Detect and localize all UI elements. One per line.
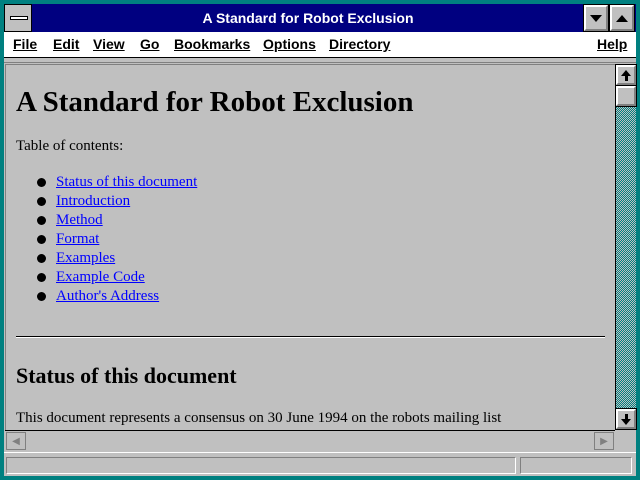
menu-help[interactable]: Help [597,32,627,57]
scroll-up-button[interactable] [615,64,637,86]
document-view[interactable]: A Standard for Robot Exclusion Table of … [5,64,615,430]
scrollbar-corner [615,430,636,450]
menu-edit-label: Edit [53,36,80,52]
arrow-right-icon: ▶ [600,435,608,447]
menu-help-label: Help [597,36,628,52]
scroll-right-button[interactable]: ▶ [594,432,614,450]
system-menu-icon [10,16,28,20]
vertical-scrollbar[interactable] [615,64,637,430]
toc-label: Table of contents: [16,138,124,154]
maximize-button[interactable] [609,4,635,32]
horizontal-scrollbar[interactable]: ◀ ▶ [5,430,615,450]
toc-link-example-code[interactable]: Example Code [56,269,145,285]
menu-options-label: Options [263,36,316,52]
arrow-up-icon [621,69,631,81]
toc-link-format[interactable]: Format [56,231,99,247]
menu-directory[interactable]: Directory [329,32,390,57]
menu-directory-label: Directory [329,36,391,52]
arrow-down-icon [621,413,631,425]
maximize-icon [616,14,628,22]
menu-file[interactable]: File [13,32,37,57]
bullet-icon [37,273,46,282]
page-title: A Standard for Robot Exclusion [16,86,414,118]
system-menu-button[interactable] [4,4,32,32]
menu-options[interactable]: Options [263,32,316,57]
arrow-left-icon: ◀ [12,435,20,447]
scroll-thumb[interactable] [615,85,637,107]
menu-view[interactable]: View [93,32,125,57]
toc-link-authors-address[interactable]: Author's Address [56,288,159,304]
minimize-icon [590,14,602,22]
bullet-icon [37,178,46,187]
menu-bookmarks-label: Bookmarks [174,36,251,52]
toc-item: Author's Address [16,287,615,306]
bullet-icon [37,197,46,206]
bullet-icon [37,235,46,244]
minimize-button[interactable] [583,4,609,32]
menu-view-label: View [93,36,125,52]
toc-item: Status of this document [16,173,615,192]
toc-item: Introduction [16,192,615,211]
toc-item: Format [16,230,615,249]
window-title: A Standard for Robot Exclusion [202,10,414,26]
document-body: A Standard for Robot Exclusion Table of … [6,85,615,427]
bullet-icon [37,216,46,225]
menu-bar: File Edit View Go Bookmarks Options Dire… [4,32,636,58]
toolbar-separator [4,58,636,63]
scroll-left-button[interactable]: ◀ [6,432,26,450]
status-text [6,457,516,474]
menu-file-label: File [13,36,38,52]
menu-bookmarks[interactable]: Bookmarks [174,32,250,57]
toc-item: Example Code [16,268,615,287]
menu-go[interactable]: Go [140,32,159,57]
bullet-icon [37,254,46,263]
horizontal-rule [16,336,605,338]
section-paragraph: This document represents a consensus on … [16,410,502,426]
toc-item: Method [16,211,615,230]
status-bar [4,452,636,476]
toc-link-introduction[interactable]: Introduction [56,193,130,209]
toc-item: Examples [16,249,615,268]
toc-link-examples[interactable]: Examples [56,250,115,266]
scroll-down-button[interactable] [615,408,637,430]
title-bar: A Standard for Robot Exclusion [4,4,636,32]
section-heading: Status of this document [16,363,237,388]
bullet-icon [37,292,46,301]
toc-link-status[interactable]: Status of this document [56,174,197,190]
menu-edit[interactable]: Edit [53,32,79,57]
toc-link-method[interactable]: Method [56,212,103,228]
toc-list: Status of this document Introduction Met… [16,173,615,306]
menu-go-label: Go [140,36,160,52]
progress-indicator [520,457,632,474]
